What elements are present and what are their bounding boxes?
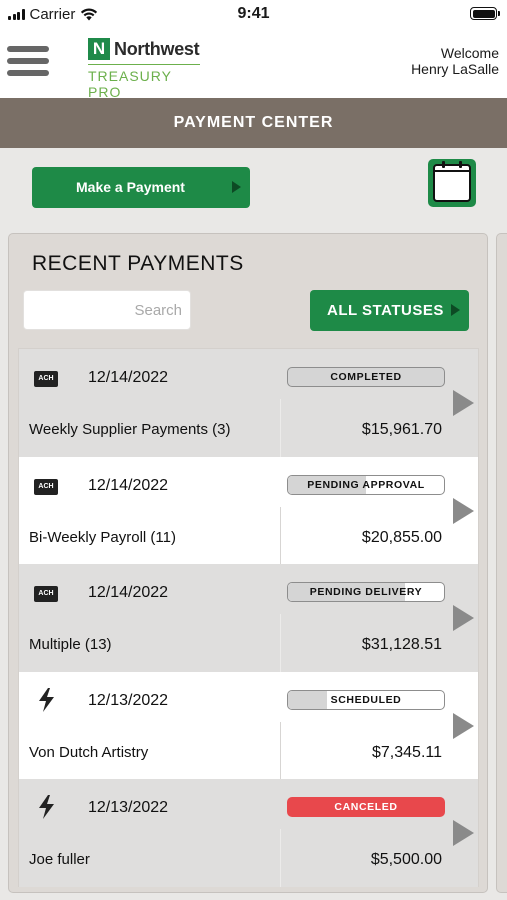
logo-wordmark: Northwest: [114, 38, 200, 59]
northwest-logo: N Northwest TREASURY PRO: [88, 38, 200, 100]
chevron-right-icon[interactable]: [453, 605, 474, 631]
ach-icon: ACH: [34, 478, 58, 495]
next-panel-edge: [496, 233, 507, 893]
user-name: Henry LaSalle: [411, 61, 499, 77]
payment-date: 12/13/2022: [88, 799, 169, 816]
status-badge: COMPLETED: [287, 367, 445, 387]
status-badge: PENDING DELIVERY: [287, 582, 445, 602]
payment-date: 12/14/2022: [88, 476, 169, 494]
play-arrow-icon: [451, 304, 460, 316]
menu-icon[interactable]: [7, 46, 49, 76]
payment-amount: $7,345.11: [372, 743, 442, 761]
chevron-right-icon[interactable]: [453, 820, 474, 846]
payment-row[interactable]: ACH 12/14/2022 PENDING DELIVERY Multiple…: [19, 564, 478, 672]
payment-amount: $31,128.51: [361, 636, 442, 653]
status-badge: SCHEDULED: [287, 689, 445, 710]
logo-mark-icon: N: [88, 38, 110, 60]
payment-row[interactable]: ACH 12/14/2022 PENDING APPROVAL Bi-Weekl…: [19, 457, 478, 564]
payment-amount: $20,855.00: [361, 528, 442, 546]
status-filter-label: ALL STATUSES: [327, 302, 444, 319]
status-badge: CANCELED: [287, 797, 445, 817]
section-title: RECENT PAYMENTS: [32, 252, 244, 275]
status-bar: Carrier 9:41: [0, 0, 507, 30]
status-label: COMPLETED: [330, 371, 402, 383]
payment-description: Joe fuller: [29, 851, 90, 868]
payment-row[interactable]: ACH 12/14/2022 COMPLETED Weekly Supplier…: [19, 349, 478, 457]
payment-description: Weekly Supplier Payments (3): [29, 421, 231, 438]
recent-payments-panel: RECENT PAYMENTS ALL STATUSES ACH 12/14/2…: [8, 233, 488, 893]
chevron-right-icon[interactable]: [453, 497, 474, 524]
payments-list: ACH 12/14/2022 COMPLETED Weekly Supplier…: [18, 348, 479, 887]
calendar-icon: [433, 161, 471, 202]
battery-icon: [470, 7, 500, 20]
status-label: PENDING DELIVERY: [309, 586, 423, 598]
payment-description: Multiple (13): [29, 636, 112, 653]
search-input[interactable]: [23, 290, 191, 330]
payment-amount: $15,961.70: [361, 421, 442, 438]
chevron-right-icon[interactable]: [453, 712, 474, 739]
status-label: CANCELED: [334, 801, 398, 813]
status-label: PENDING APPROVAL: [307, 478, 425, 491]
calendar-button[interactable]: [428, 159, 476, 207]
page-title: PAYMENT CENTER: [0, 98, 507, 148]
payment-description: Bi-Weekly Payroll (11): [29, 528, 176, 546]
payment-row[interactable]: 12/13/2022 CANCELED Joe fuller $5,500.00: [19, 779, 478, 887]
payment-amount: $5,500.00: [370, 851, 442, 868]
payment-date: 12/14/2022: [88, 584, 169, 601]
lightning-bolt-icon: [39, 795, 54, 819]
logo-subtitle: TREASURY PRO: [88, 68, 172, 100]
lightning-bolt-icon: [39, 687, 54, 712]
ach-icon: ACH: [34, 586, 58, 602]
payment-row[interactable]: 12/13/2022 SCHEDULED Von Dutch Artistry …: [19, 672, 478, 779]
status-filter-button[interactable]: ALL STATUSES: [310, 290, 469, 331]
payment-date: 12/14/2022: [88, 369, 169, 386]
clock: 9:41: [237, 5, 270, 22]
play-arrow-icon: [232, 181, 241, 193]
welcome-message: Welcome Henry LaSalle: [411, 45, 499, 77]
welcome-label: Welcome: [440, 45, 499, 61]
status-badge: PENDING APPROVAL: [287, 474, 445, 495]
ach-icon: ACH: [34, 371, 58, 387]
app-header: N Northwest TREASURY PRO Welcome Henry L…: [0, 30, 507, 100]
action-bar: Make a Payment: [0, 148, 507, 226]
make-payment-button[interactable]: Make a Payment: [32, 167, 250, 208]
payment-date: 12/13/2022: [88, 691, 169, 709]
chevron-right-icon[interactable]: [453, 390, 474, 416]
make-payment-label: Make a Payment: [76, 179, 185, 195]
payment-description: Von Dutch Artistry: [29, 743, 149, 761]
status-label: SCHEDULED: [330, 693, 402, 706]
